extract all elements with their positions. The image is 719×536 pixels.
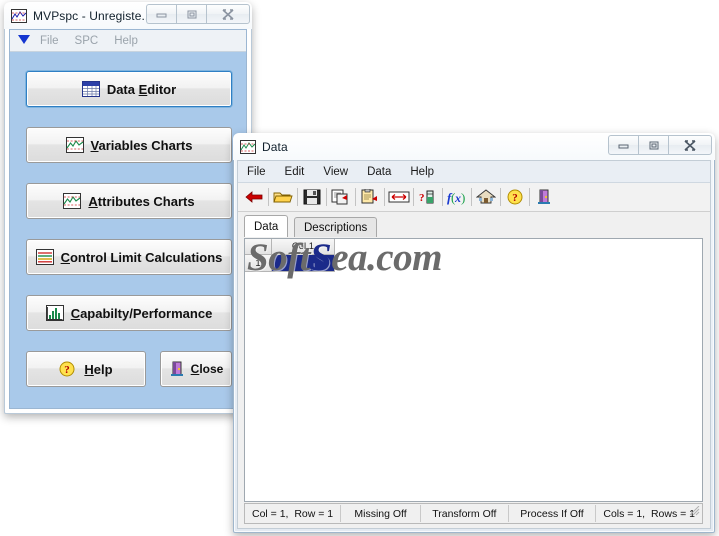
data-content: File Edit View Data Help ? f (x) ? Dat…	[237, 160, 711, 529]
svg-text:x: x	[454, 191, 461, 205]
help-button[interactable]: ? Help	[26, 351, 146, 387]
data-menubar: File Edit View Data Help	[238, 161, 710, 183]
control-limit-calculations-button[interactable]: Control Limit Calculations	[26, 239, 232, 275]
copy-icon[interactable]	[329, 185, 353, 209]
restore-button[interactable]	[638, 135, 668, 155]
restore-button[interactable]	[176, 4, 206, 24]
close-label: Close	[190, 362, 224, 376]
data-window-controls	[608, 135, 712, 155]
svg-text:?: ?	[65, 364, 71, 376]
menu-data[interactable]: Data	[367, 166, 391, 178]
data-window: Data File Edit View Data Help ? f (x) …	[233, 133, 715, 533]
toolbar-separator	[384, 188, 385, 206]
variables-charts-label: Variables Charts	[90, 137, 193, 153]
svg-text:): )	[461, 190, 465, 205]
data-tabs: Data Descriptions	[244, 215, 710, 237]
toolbar-separator	[413, 188, 414, 206]
exit-door-icon[interactable]	[532, 185, 556, 209]
svg-text:?: ?	[419, 192, 425, 204]
grid-header-row: Col 1	[245, 239, 702, 255]
tab-descriptions[interactable]: Descriptions	[294, 217, 378, 237]
close-button[interactable]	[206, 4, 250, 24]
mvpspc-window-controls	[146, 4, 250, 24]
toolbar-separator	[268, 188, 269, 206]
mvpspc-window: MVPspc - Unregiste... File SPC Help Data…	[4, 2, 252, 414]
tab-descriptions-label: Descriptions	[304, 221, 368, 234]
home-icon[interactable]	[474, 185, 498, 209]
histogram-icon	[45, 305, 64, 321]
question-ball-icon[interactable]: ?	[503, 185, 527, 209]
data-toolbar: ? f(x) ?	[238, 183, 710, 212]
toolbar-separator	[471, 188, 472, 206]
grid-icon	[81, 81, 100, 97]
toolbar-separator	[297, 188, 298, 206]
help-label: Help	[84, 361, 113, 377]
grid-column-header[interactable]: Col 1	[272, 239, 335, 255]
minimize-button[interactable]	[608, 135, 638, 155]
menu-help[interactable]: Help	[410, 166, 434, 178]
grid-row-header[interactable]: 1	[245, 255, 272, 272]
chart-icon	[63, 193, 82, 209]
status-transform: Transform Off	[421, 505, 509, 522]
attributes-charts-button[interactable]: Attributes Charts	[26, 183, 232, 219]
blue-triangle-icon[interactable]	[17, 32, 31, 50]
formula-fx-icon[interactable]: f(x)	[445, 185, 469, 209]
exit-door-icon	[169, 361, 187, 377]
menu-edit[interactable]: Edit	[285, 166, 305, 178]
mvpspc-button-panel: Data Editor Variables Charts Attributes …	[10, 51, 246, 408]
menu-spc[interactable]: SPC	[75, 35, 99, 47]
toolbar-separator	[442, 188, 443, 206]
mvpspc-title: MVPspc - Unregiste...	[33, 8, 152, 23]
close-button-panel[interactable]: Close	[160, 351, 232, 387]
svg-text:?: ?	[512, 192, 518, 204]
paste-icon[interactable]	[358, 185, 382, 209]
screen: MVPspc - Unregiste... File SPC Help Data…	[0, 0, 719, 536]
save-disk-icon[interactable]	[300, 185, 324, 209]
grid-corner-cell[interactable]	[245, 239, 272, 255]
menu-view[interactable]: View	[323, 166, 348, 178]
capability-performance-button[interactable]: Capabilty/Performance	[26, 295, 232, 331]
data-title: Data	[262, 139, 288, 154]
status-dimensions: Cols = 1, Rows = 1	[603, 507, 695, 520]
chart-icon	[240, 139, 256, 154]
data-grid[interactable]: Col 1 1 SoftSea.com	[244, 238, 703, 502]
menu-file[interactable]: File	[247, 166, 266, 178]
toolbar-separator	[355, 188, 356, 206]
status-missing: Missing Off	[341, 505, 421, 522]
variables-charts-button[interactable]: Variables Charts	[26, 127, 232, 163]
mvpspc-content: File SPC Help Data Editor Variables Char…	[9, 29, 247, 409]
mvpspc-menubar: File SPC Help	[10, 30, 246, 52]
toolbar-separator	[500, 188, 501, 206]
status-process-if: Process If Off	[509, 505, 597, 522]
chart-icon	[11, 8, 27, 23]
chart-icon	[65, 137, 84, 153]
lines-icon	[35, 249, 54, 265]
toolbar-separator	[326, 188, 327, 206]
open-folder-icon[interactable]	[271, 185, 295, 209]
data-editor-button[interactable]: Data Editor	[26, 71, 232, 107]
resize-grip-icon[interactable]	[689, 503, 700, 521]
menu-file[interactable]: File	[40, 35, 59, 47]
grid-cell-selected[interactable]	[272, 255, 335, 272]
question-ball-icon: ?	[59, 361, 77, 377]
data-editor-label: Data Editor	[106, 81, 177, 97]
control-limit-calculations-label: Control Limit Calculations	[60, 249, 223, 265]
attributes-charts-label: Attributes Charts	[88, 193, 195, 209]
column-width-icon[interactable]	[387, 185, 411, 209]
back-arrow-icon[interactable]	[242, 185, 266, 209]
menu-help[interactable]: Help	[114, 35, 138, 47]
capability-performance-label: Capabilty/Performance	[70, 305, 213, 321]
close-button[interactable]	[668, 135, 712, 155]
status-cell-position: Col = 1, Row = 1	[245, 505, 342, 522]
minimize-button[interactable]	[146, 4, 176, 24]
tab-data-label: Data	[254, 220, 279, 233]
table-row: 1	[245, 255, 702, 272]
test-tube-icon[interactable]: ?	[416, 185, 440, 209]
toolbar-separator	[529, 188, 530, 206]
data-statusbar: Col = 1, Row = 1 Missing Off Transform O…	[244, 503, 703, 524]
tab-data[interactable]: Data	[244, 215, 289, 237]
